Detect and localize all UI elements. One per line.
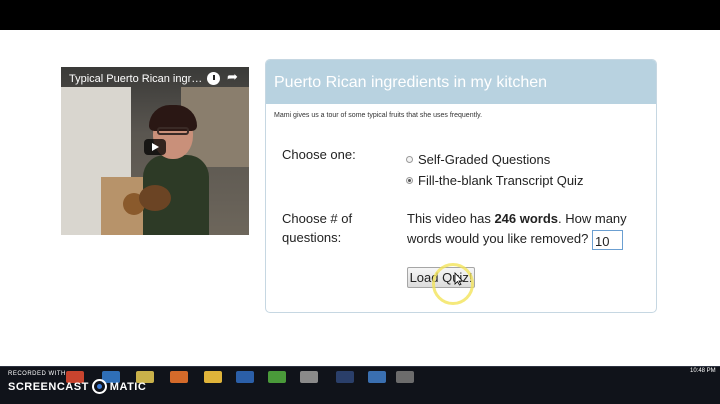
watch-later-icon[interactable] (207, 72, 220, 85)
photoshop-icon[interactable] (336, 371, 354, 383)
num-questions-label: Choose # of questions: (282, 209, 352, 247)
video-player[interactable]: Typical Puerto Rican ingredie... ➦ (61, 67, 249, 235)
excel-icon[interactable] (268, 371, 286, 383)
option-self-graded-label[interactable]: Self-Graded Questions (418, 152, 550, 167)
cursor-highlight (432, 263, 474, 305)
skype-icon[interactable] (368, 371, 386, 383)
panel-header: Puerto Rican ingredients in my kitchen (266, 60, 656, 104)
screencast-logo-icon (91, 379, 107, 394)
media-icon[interactable] (170, 371, 188, 383)
top-black-bar (0, 0, 720, 30)
words-removed-input[interactable]: 10 (592, 229, 623, 250)
page-content: Typical Puerto Rican ingredie... ➦ Puert… (0, 30, 720, 366)
num-questions-label-line2: questions: (282, 230, 342, 245)
watermark-brand: SCREENCAST MATIC (8, 379, 146, 394)
word-count-text: This video has 246 words. How many words… (407, 209, 647, 250)
num-questions-label-line1: Choose # of (282, 211, 353, 226)
chrome-icon[interactable] (300, 371, 318, 383)
watermark-brand-right: MATIC (109, 380, 147, 393)
panel-title: Puerto Rican ingredients in my kitchen (274, 74, 548, 91)
choose-one-label: Choose one: (282, 147, 356, 162)
screen-recorder-icon[interactable] (396, 371, 414, 383)
option-self-graded[interactable]: Self-Graded Questions (406, 152, 550, 167)
app-icon[interactable] (204, 371, 222, 383)
play-icon[interactable] (144, 139, 166, 155)
video-title[interactable]: Typical Puerto Rican ingredie... (69, 73, 205, 85)
watermark-brand-left: SCREENCAST (8, 380, 89, 393)
words-prefix: This video has (407, 211, 495, 226)
word-count: 246 words (494, 211, 559, 226)
share-icon[interactable]: ➦ (227, 70, 238, 84)
word-icon[interactable] (236, 371, 254, 383)
radio-fill-the-blank[interactable] (406, 177, 413, 184)
watermark-recorded: RECORDED WITH (8, 371, 66, 377)
mouse-pointer-icon (454, 272, 464, 286)
taskbar-clock: 10:48 PM (690, 368, 716, 374)
option-fill-the-blank-label[interactable]: Fill-the-blank Transcript Quiz (418, 173, 583, 188)
option-fill-the-blank[interactable]: Fill-the-blank Transcript Quiz (406, 173, 583, 188)
panel-description: Mami gives us a tour of some typical fru… (274, 112, 483, 119)
radio-self-graded[interactable] (406, 156, 413, 163)
screencast-watermark: RECORDED WITH SCREENCAST MATIC (8, 371, 146, 394)
